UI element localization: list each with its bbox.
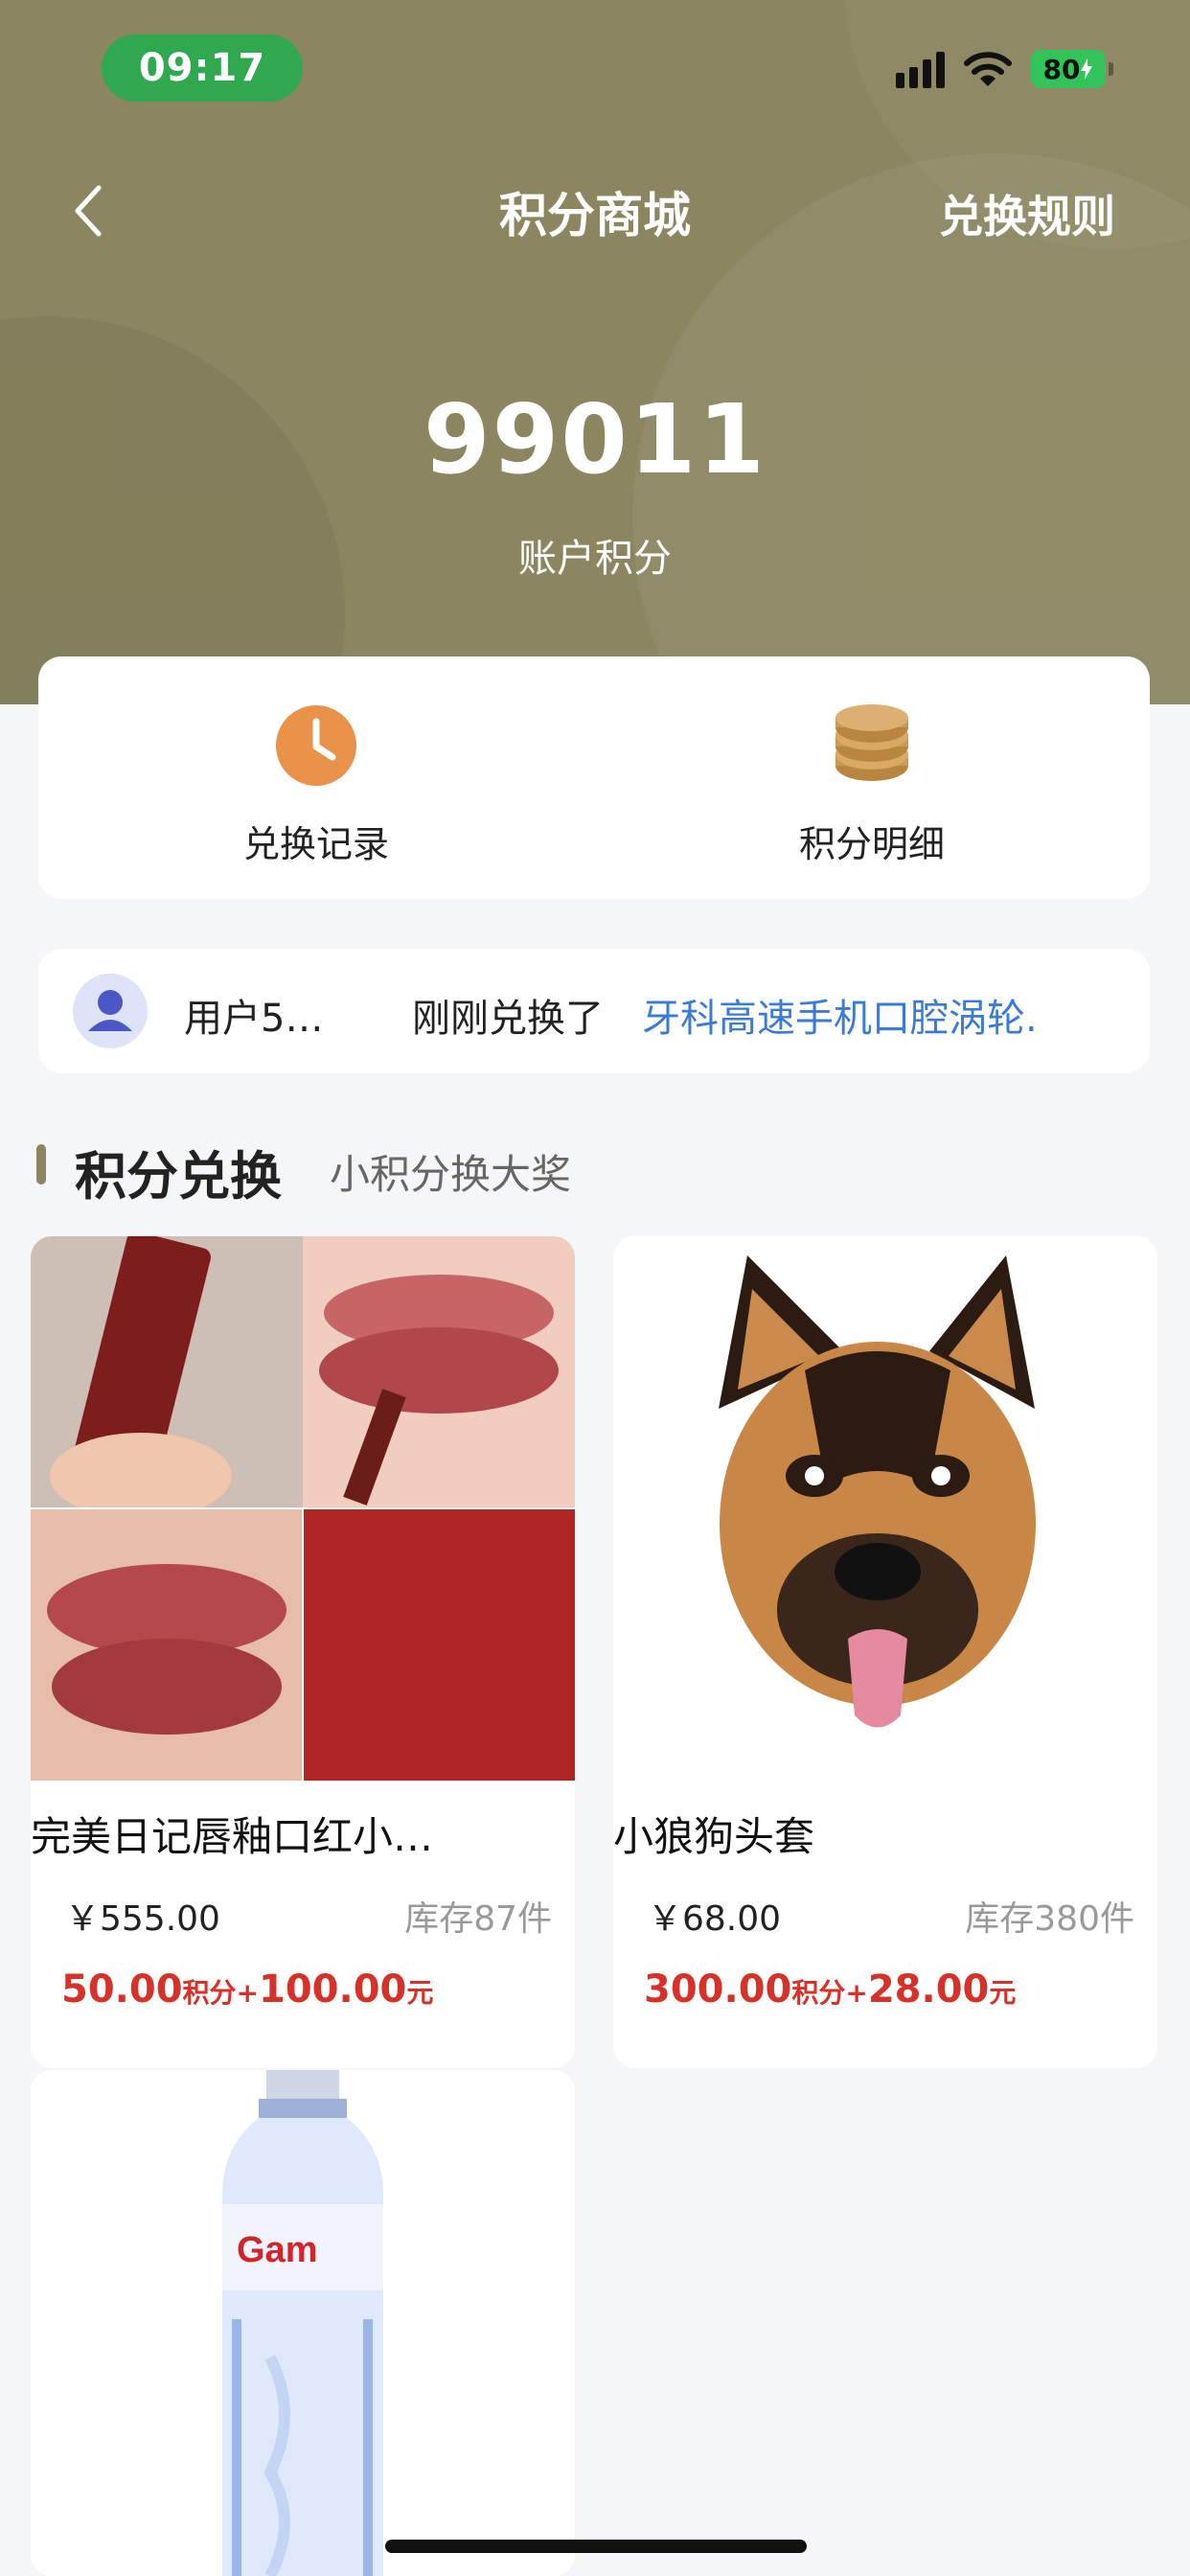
battery-icon: 80 (1031, 50, 1113, 88)
home-indicator[interactable] (385, 2540, 807, 2553)
product-image-dog-mask (613, 1236, 1157, 1781)
product-exchange-price: 50.00积分+100.00元 (61, 1967, 434, 2012)
battery-level: 80 (1042, 53, 1081, 85)
product-stock: 库存87件 (404, 1899, 552, 1939)
coins-icon (835, 704, 908, 781)
notice-user: 用户5… (184, 997, 324, 1041)
wifi-icon (964, 52, 1012, 86)
notice-action-text: 刚刚兑换了 (412, 997, 604, 1041)
svg-text:Gam: Gam (237, 2230, 317, 2270)
product-exchange-price: 300.00积分+28.00元 (644, 1967, 1017, 2012)
header-banner: 09:17 80 积分商城 兑换规则 99011 账户积分 (0, 0, 1190, 704)
product-name: 完美日记唇釉口红小… (31, 1813, 434, 1860)
section-subtitle: 小积分换大奖 (330, 1151, 572, 1198)
clock-icon (276, 705, 356, 786)
status-icons: 80 (896, 50, 1113, 88)
exchange-rules-link[interactable]: 兑换规则 (939, 182, 1115, 245)
product-stock: 库存380件 (965, 1899, 1134, 1939)
status-time: 09:17 (102, 34, 303, 102)
exchange-history-label: 兑换记录 (242, 823, 389, 865)
account-points-label: 账户积分 (518, 537, 672, 581)
cellular-signal-icon (896, 50, 945, 88)
user-avatar-icon (73, 974, 148, 1048)
product-card-lipstick[interactable]: 完美日记唇釉口红小… ￥555.00 库存87件 50.00积分+100.00元 (31, 1236, 575, 2068)
product-price: ￥68.00 (648, 1899, 782, 1939)
points-detail-label: 积分明细 (798, 823, 945, 865)
exchange-history-button[interactable]: 兑换记录 (38, 656, 594, 899)
notice-product-link[interactable]: 牙科高速手机口腔涡轮. (642, 987, 1038, 1043)
account-points-value: 99011 (423, 383, 767, 495)
product-name: 小狼狗头套 (613, 1813, 815, 1860)
product-image-lipstick (31, 1236, 575, 1781)
product-card-water[interactable]: Gam (31, 2070, 575, 2576)
points-mall-page: 09:17 80 积分商城 兑换规则 99011 账户积分 兑换记录 积分明细 … (0, 0, 1190, 2576)
points-detail-button[interactable]: 积分明细 (594, 656, 1150, 899)
product-price: ￥555.00 (65, 1899, 220, 1939)
exchange-notice-bar: 用户5… 刚刚兑换了 牙科高速手机口腔涡轮. (38, 949, 1150, 1073)
section-title: 积分兑换 (75, 1146, 282, 1207)
product-image-water-bottle: Gam (31, 2070, 575, 2576)
section-accent-bar (36, 1144, 46, 1184)
quick-actions-card: 兑换记录 积分明细 (38, 656, 1150, 899)
product-card-dog-mask[interactable]: 小狼狗头套 ￥68.00 库存380件 300.00积分+28.00元 (613, 1236, 1157, 2068)
charging-bolt-icon (1081, 58, 1093, 80)
